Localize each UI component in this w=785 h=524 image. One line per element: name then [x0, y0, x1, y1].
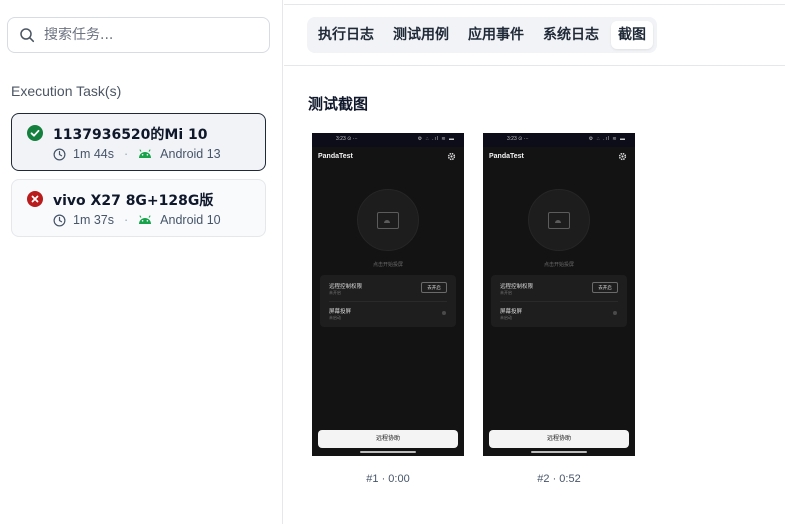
screenshot-caption-2: #2 · 0:52	[537, 473, 581, 485]
phone-open-button: 去开启	[592, 282, 618, 293]
screenshot-caption-1: #1 · 0:00	[366, 473, 410, 485]
sidebar: Execution Task(s) 1137936520的Mi 10 1m 44…	[0, 0, 283, 524]
phone-app-name: PandaTest	[489, 153, 524, 160]
android-icon	[139, 215, 152, 224]
phone-row1-sub: 未开启	[500, 290, 512, 295]
phone-row2-label: 屏幕投屏	[329, 309, 352, 315]
phone-row2-label: 屏幕投屏	[500, 309, 523, 315]
content-divider	[284, 65, 785, 66]
tab-test-cases[interactable]: 测试用例	[386, 21, 456, 49]
meta-separator: ·	[124, 213, 129, 227]
gear-icon	[618, 152, 627, 161]
task-item-vivo[interactable]: vivo X27 8G+128G版 1m 37s · Android 10	[11, 179, 266, 237]
phone-status-time: 3:23 ⊙ ···	[507, 136, 529, 142]
x-circle-icon	[27, 191, 43, 207]
check-circle-icon	[27, 125, 43, 141]
phone-hint: 点击开始投屏	[372, 262, 403, 268]
phone-settings-card: 远程控制权限 未开启 去开启 屏幕投屏 未启动	[320, 275, 456, 327]
phone-status-time: 3:23 ⊙ ···	[336, 136, 358, 142]
phone-toggle	[613, 311, 617, 315]
task-platform: Android 13	[160, 147, 221, 161]
phone-status-icons: ⚙ ∴ .ıl ≋ ▬	[588, 136, 626, 142]
task-meta: 1m 44s · Android 13	[53, 147, 221, 161]
tab-system-log[interactable]: 系统日志	[536, 21, 606, 49]
phone-hint: 点击开始投屏	[543, 262, 574, 268]
image-placeholder-icon	[377, 212, 399, 229]
gear-icon	[447, 152, 456, 161]
phone-settings-card: 远程控制权限 未开启 去开启 屏幕投屏 未启动	[491, 275, 627, 327]
tab-bar: 执行日志 测试用例 应用事件 系统日志 截图	[307, 17, 657, 53]
section-title: Execution Task(s)	[11, 83, 122, 99]
tab-app-events[interactable]: 应用事件	[461, 21, 531, 49]
tab-execution-log[interactable]: 执行日志	[311, 21, 381, 49]
task-name: 1137936520的Mi 10	[53, 127, 208, 143]
screenshot-thumbnail-1[interactable]: 3:23 ⊙ ··· ⚙ ∴ .ıl ≋ ▬ PandaTest 点击开始投屏 …	[312, 133, 464, 456]
phone-remote-button: 远程协助	[489, 430, 629, 448]
phone-row2-sub: 未启动	[329, 315, 341, 320]
phone-row1-sub: 未开启	[329, 290, 341, 295]
search-icon	[20, 28, 35, 43]
phone-row2-sub: 未启动	[500, 315, 512, 320]
phone-open-button: 去开启	[421, 282, 447, 293]
phone-toggle	[442, 311, 446, 315]
phone-card-separator	[329, 301, 447, 302]
clock-icon	[53, 148, 66, 160]
top-border	[284, 4, 785, 5]
phone-status-bar: 3:23 ⊙ ··· ⚙ ∴ .ıl ≋ ▬	[312, 133, 464, 147]
phone-cast-circle	[357, 189, 419, 251]
android-icon	[139, 149, 152, 158]
phone-app-name: PandaTest	[318, 153, 353, 160]
meta-separator: ·	[124, 147, 129, 161]
phone-nav-bar	[531, 451, 587, 453]
search-box[interactable]	[7, 17, 270, 53]
task-meta: 1m 37s · Android 10	[53, 213, 221, 227]
phone-cast-circle	[528, 189, 590, 251]
phone-remote-button: 远程协助	[318, 430, 458, 448]
task-duration: 1m 44s	[73, 147, 114, 161]
search-input[interactable]	[44, 27, 254, 43]
task-name: vivo X27 8G+128G版	[53, 193, 214, 209]
phone-status-bar: 3:23 ⊙ ··· ⚙ ∴ .ıl ≋ ▬	[483, 133, 635, 147]
task-item-mi10[interactable]: 1137936520的Mi 10 1m 44s · Android 13	[11, 113, 266, 171]
phone-row1-label: 远程控制权限	[329, 284, 363, 290]
phone-nav-bar	[360, 451, 416, 453]
screenshots-title: 测试截图	[308, 95, 369, 113]
phone-card-separator	[500, 301, 618, 302]
phone-status-icons: ⚙ ∴ .ıl ≋ ▬	[417, 136, 455, 142]
image-placeholder-icon	[548, 212, 570, 229]
tab-screenshots[interactable]: 截图	[611, 21, 653, 49]
task-platform: Android 10	[160, 213, 221, 227]
phone-row1-label: 远程控制权限	[500, 284, 534, 290]
clock-icon	[53, 214, 66, 226]
task-duration: 1m 37s	[73, 213, 114, 227]
screenshot-thumbnail-2[interactable]: 3:23 ⊙ ··· ⚙ ∴ .ıl ≋ ▬ PandaTest 点击开始投屏 …	[483, 133, 635, 456]
